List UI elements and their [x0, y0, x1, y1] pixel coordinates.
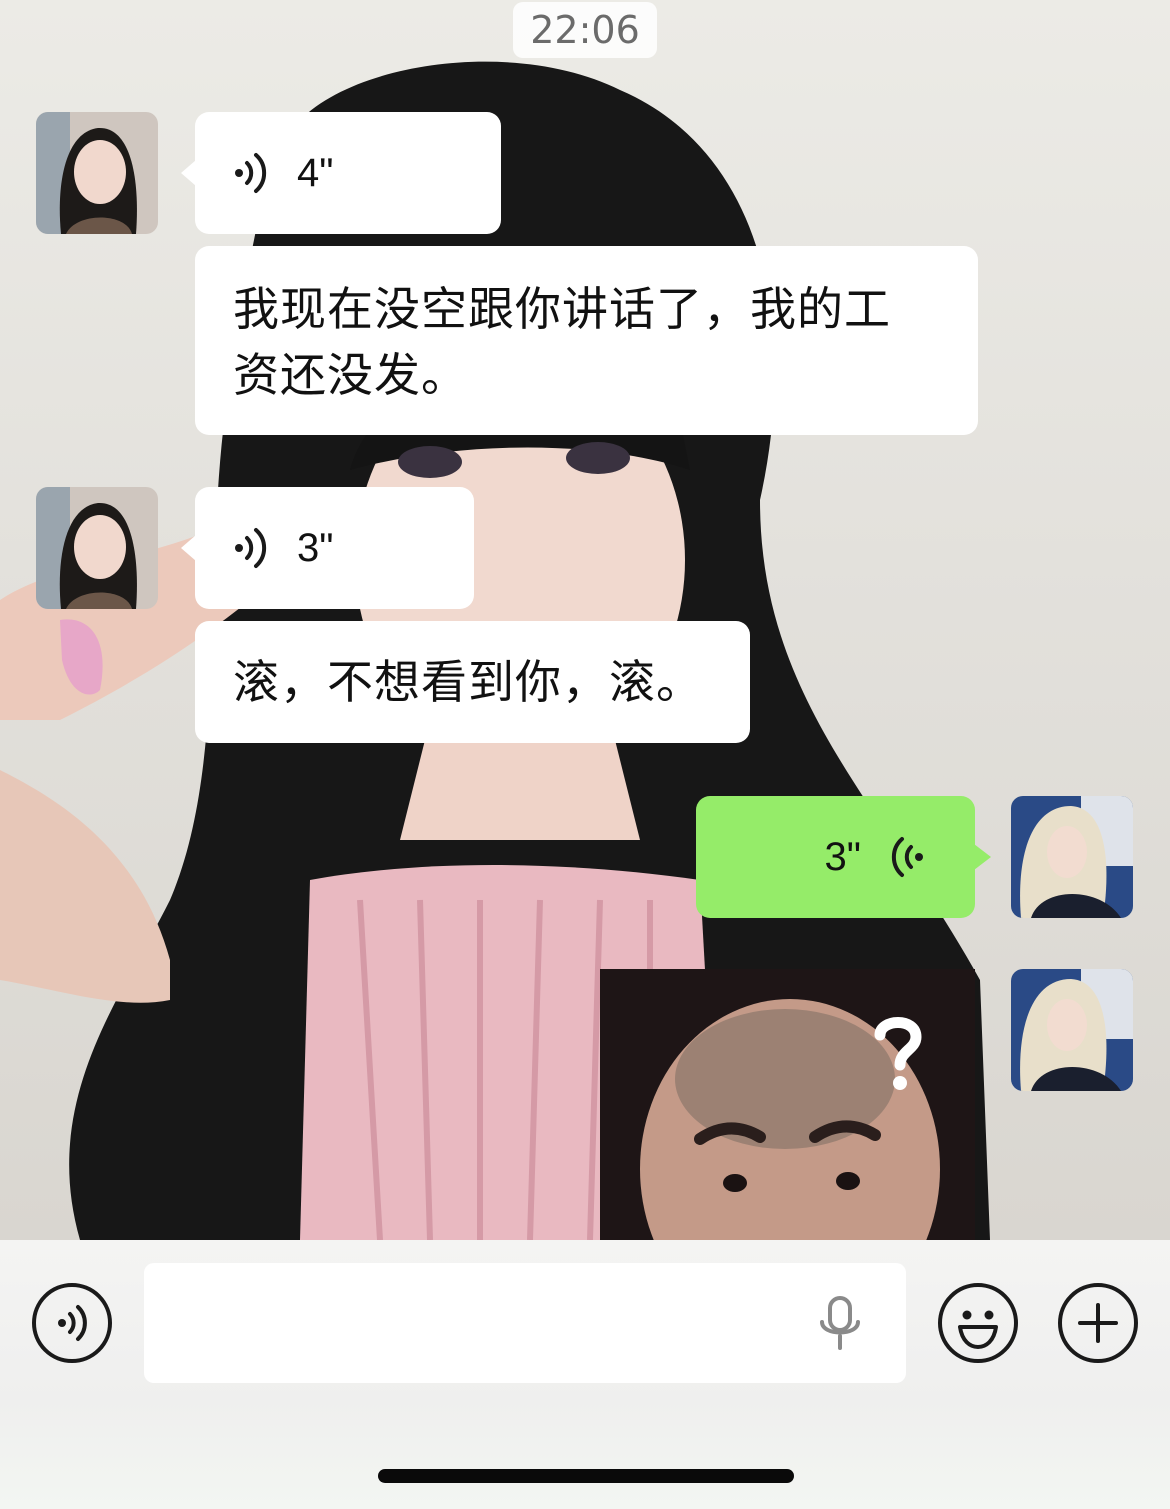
- message-text-input[interactable]: [144, 1263, 906, 1383]
- voice-input-toggle-button[interactable]: [32, 1283, 112, 1363]
- message-text: 我现在没空跟你讲话了，我的工 资还没发。: [195, 246, 978, 408]
- voice-wave-icon: [58, 1305, 87, 1341]
- outgoing-sticker[interactable]: [600, 969, 975, 1240]
- voice-wave-icon: [235, 153, 267, 193]
- voice-wave-icon: [891, 837, 923, 877]
- chat-wallpaper-photo: [0, 61, 990, 1240]
- chat-background: [0, 0, 1170, 1240]
- incoming-voice-message[interactable]: 3": [181, 487, 474, 609]
- emoji-button[interactable]: [938, 1283, 1018, 1363]
- plus-icon: [1078, 1303, 1118, 1343]
- contact-avatar[interactable]: [36, 487, 158, 609]
- voice-wave-icon: [235, 528, 267, 568]
- message-text-line: 资还没发。: [233, 348, 468, 402]
- outgoing-voice-message[interactable]: 3": [696, 796, 991, 918]
- voice-duration: 3": [824, 834, 861, 879]
- my-avatar-image: [1011, 796, 1133, 918]
- incoming-text-message[interactable]: 我现在没空跟你讲话了，我的工 资还没发。: [195, 246, 978, 435]
- chat-input-bar: [0, 1240, 1170, 1509]
- my-avatar-image: [1011, 969, 1133, 1091]
- home-indicator: [378, 1469, 794, 1483]
- my-avatar[interactable]: [1011, 796, 1133, 918]
- microphone-icon[interactable]: [814, 1296, 866, 1352]
- contact-avatar-image: [36, 487, 158, 609]
- message-text-line: 滚，不想看到你，滚。: [233, 655, 703, 709]
- more-options-button[interactable]: [1058, 1283, 1138, 1363]
- question-mark-icon: [874, 1017, 922, 1090]
- smiley-icon: [958, 1310, 998, 1349]
- voice-duration: 4": [297, 150, 334, 195]
- baby-sticker-image: [600, 969, 975, 1240]
- incoming-text-message[interactable]: 滚，不想看到你，滚。: [195, 621, 750, 743]
- incoming-voice-message[interactable]: 4": [181, 112, 501, 234]
- voice-duration: 3": [297, 525, 334, 570]
- contact-avatar-image: [36, 112, 158, 234]
- contact-avatar[interactable]: [36, 112, 158, 234]
- my-avatar[interactable]: [1011, 969, 1133, 1091]
- message-text-line: 我现在没空跟你讲话了，我的工: [233, 282, 891, 336]
- message-text: 滚，不想看到你，滚。: [195, 621, 750, 715]
- message-timestamp: 22:06: [513, 2, 657, 58]
